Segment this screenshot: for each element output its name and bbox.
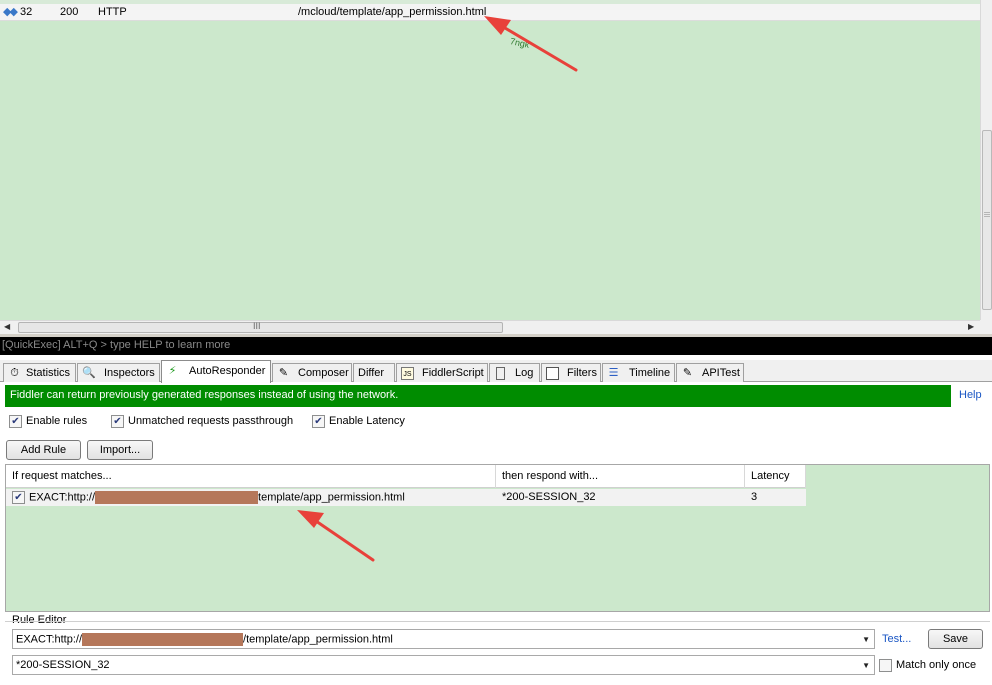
rule-match-cell: EXACT:http:// template/app_permission.htm… [29, 491, 405, 504]
tab-filters[interactable]: Filters [541, 363, 601, 382]
enable-rules-checkbox[interactable]: ✔ [9, 415, 22, 428]
save-button[interactable]: Save [928, 629, 983, 649]
unmatched-passthrough-checkbox[interactable]: ✔ [111, 415, 124, 428]
magnifier-icon: 🔍 [82, 367, 96, 379]
banner-text: Fiddler can return previously generated … [10, 389, 399, 401]
tab-label: Inspectors [104, 367, 155, 379]
session-list[interactable]: ◆◆ 32 200 HTTP /mcloud/template/app_perm… [0, 0, 980, 320]
annotation-text: 7ngk [509, 36, 531, 50]
tab-label: Filters [567, 367, 597, 379]
rule-respond-cell: *200-SESSION_32 [502, 491, 596, 503]
tab-label: Differ [358, 367, 385, 379]
rule-match-suffix: template/app_permission.html [258, 491, 405, 504]
session-url: /mcloud/template/app_permission.html [298, 6, 487, 18]
scroll-right-icon[interactable]: ▶ [968, 322, 974, 331]
session-protocol: HTTP [98, 6, 127, 18]
tab-label: Statistics [26, 367, 71, 379]
session-list-vertical-scrollbar[interactable]: — — — [980, 0, 992, 320]
inspector-tabstrip: ⏱ Statistics 🔍 Inspectors ⚡ AutoResponde… [0, 360, 992, 383]
rule-match-combobox[interactable]: EXACT:http:// /template/app_permission.ht… [12, 629, 875, 649]
column-header-respond[interactable]: then respond with... [496, 465, 745, 488]
rule-match-prefix: EXACT:http:// [29, 491, 96, 504]
test-link[interactable]: Test... [882, 633, 911, 645]
tab-timeline[interactable]: ☰ Timeline [602, 363, 675, 382]
rule-respond-combobox[interactable]: *200-SESSION_32 ▼ [12, 655, 875, 675]
help-link[interactable]: Help [959, 389, 982, 401]
timeline-icon: ☰ [608, 367, 619, 379]
unmatched-passthrough-label[interactable]: Unmatched requests passthrough [128, 415, 293, 427]
session-status: 200 [60, 6, 79, 18]
pencil-icon: ✎ [278, 367, 289, 379]
session-id: 32 [20, 6, 33, 18]
rule-latency-cell: 3 [751, 491, 758, 503]
tab-label: Log [515, 367, 534, 379]
tab-label: FiddlerScript [422, 367, 484, 379]
quickexec-placeholder: [QuickExec] ALT+Q > type HELP to learn m… [2, 339, 231, 351]
autoresponder-panel: Fiddler can return previously generated … [0, 382, 992, 685]
horizontal-scroll-thumb[interactable]: III [18, 321, 503, 333]
tab-log[interactable]: Log [489, 363, 540, 382]
enable-latency-checkbox[interactable]: ✔ [312, 415, 325, 428]
enable-rules-label[interactable]: Enable rules [26, 415, 87, 427]
api-icon: ✎ [682, 367, 693, 379]
rule-editor-label: Rule Editor [12, 614, 67, 626]
match-only-once-checkbox[interactable] [879, 659, 892, 672]
tab-inspectors[interactable]: 🔍 Inspectors [77, 363, 160, 382]
tab-statistics[interactable]: ⏱ Statistics [3, 363, 76, 382]
editor-match-prefix: EXACT:http:// [16, 633, 83, 646]
redacted-host [95, 491, 259, 504]
log-icon [496, 367, 505, 380]
tab-composer[interactable]: ✎ Composer [272, 363, 352, 382]
import-button[interactable]: Import... [87, 440, 153, 460]
redacted-host [82, 633, 244, 646]
stopwatch-icon: ⏱ [10, 367, 19, 379]
rules-grid-header: If request matches... then respond with.… [6, 465, 806, 488]
rule-row[interactable]: ✔ EXACT:http:// template/app_permission.h… [6, 489, 806, 506]
tab-fiddlerscript[interactable]: JS FiddlerScript [396, 363, 488, 382]
js-file-icon: JS [401, 367, 414, 380]
quickexec-input[interactable]: [QuickExec] ALT+Q > type HELP to learn m… [0, 337, 992, 355]
editor-match-suffix: /template/app_permission.html [243, 633, 393, 646]
tab-apitest[interactable]: ✎ APITest [676, 363, 744, 382]
lightning-icon: ⚡ [168, 365, 177, 377]
scroll-left-icon[interactable]: ◀ [4, 322, 10, 331]
add-rule-button[interactable]: Add Rule [6, 440, 81, 460]
tab-label: AutoResponder [189, 365, 266, 377]
chevron-down-icon[interactable]: ▼ [862, 635, 870, 644]
request-arrows-icon: ◆◆ [3, 6, 18, 18]
tab-autoresponder[interactable]: ⚡ AutoResponder [161, 360, 271, 383]
rules-grid[interactable]: If request matches... then respond with.… [5, 464, 990, 612]
info-banner: Fiddler can return previously generated … [5, 385, 951, 407]
editor-respond-value: *200-SESSION_32 [16, 659, 110, 671]
checkbox-icon [546, 367, 559, 380]
scroll-grip-icon: III [253, 321, 261, 331]
scroll-grip-icon: — — — [984, 210, 990, 220]
column-header-latency[interactable]: Latency [745, 465, 806, 488]
tab-label: Timeline [629, 367, 671, 379]
vertical-scroll-thumb[interactable] [982, 130, 992, 310]
match-only-once-label[interactable]: Match only once [896, 659, 976, 671]
session-list-horizontal-scrollbar[interactable]: ◀ III ▶ [0, 320, 980, 334]
enable-latency-label[interactable]: Enable Latency [329, 415, 405, 427]
tab-differ[interactable]: Differ [353, 363, 395, 382]
rule-enabled-checkbox[interactable]: ✔ [12, 491, 25, 504]
chevron-down-icon[interactable]: ▼ [862, 661, 870, 670]
rule-editor-divider [5, 621, 990, 622]
session-row[interactable]: ◆◆ 32 200 HTTP /mcloud/template/app_perm… [0, 4, 980, 21]
column-header-match[interactable]: If request matches... [6, 465, 496, 488]
scroll-corner [980, 320, 992, 334]
tab-label: APITest [702, 367, 740, 379]
tab-label: Composer [298, 367, 349, 379]
